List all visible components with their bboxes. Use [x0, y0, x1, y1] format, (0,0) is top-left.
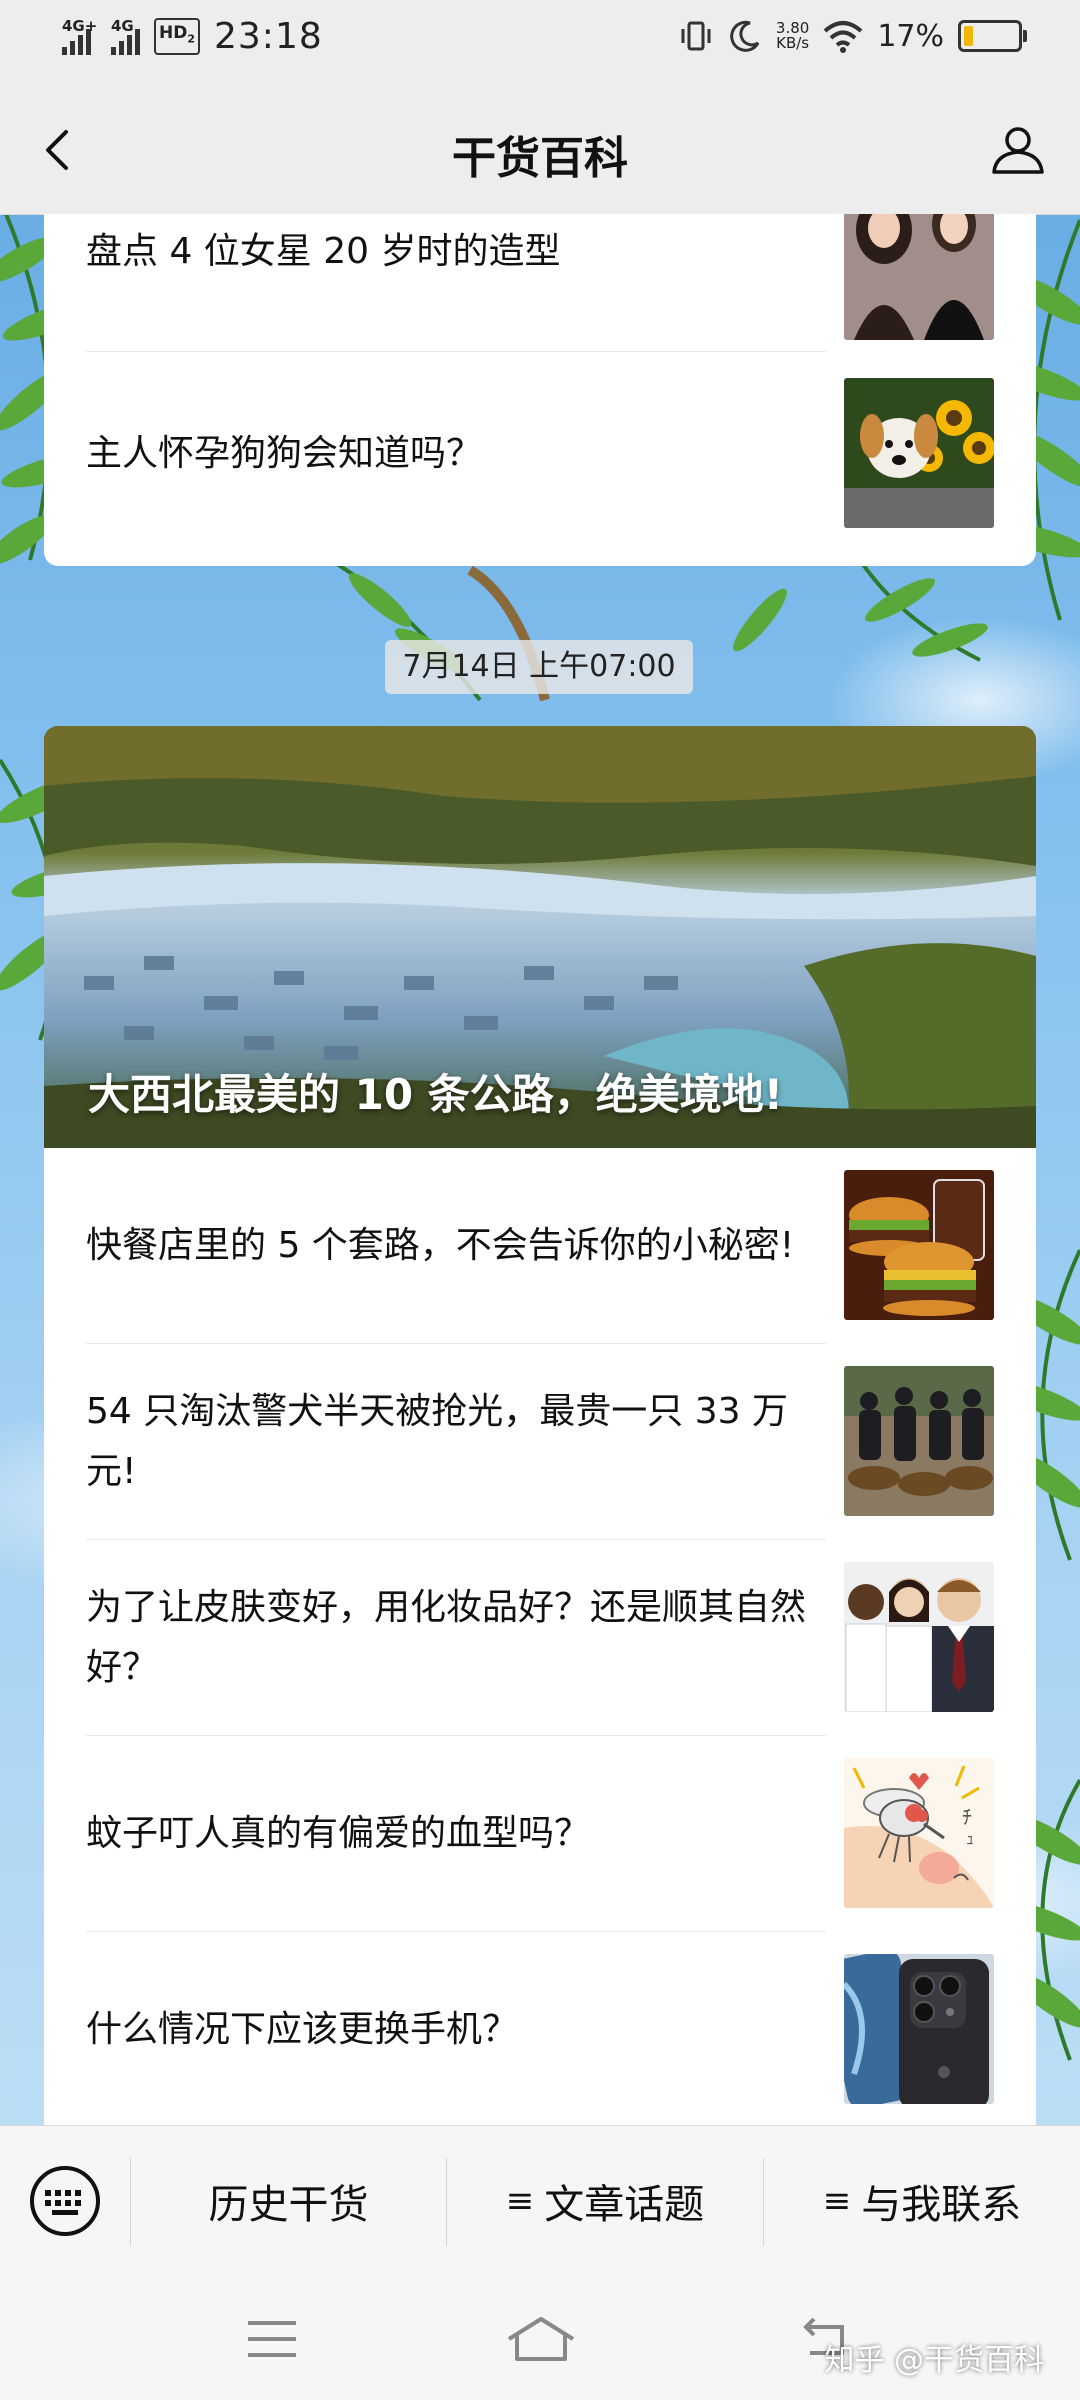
article-title: 为了让皮肤变好，用化妆品好？还是顺其自然好？: [86, 1587, 807, 1688]
article-item[interactable]: 蚊子叮人真的有偏爱的血型吗？ ﾁ ｭ: [86, 1736, 994, 1932]
featured-article[interactable]: 大西北最美的 10 条公路，绝美境地!: [44, 726, 1036, 1148]
article-card: 盘点 4 位女星 20 岁时的造型 主人怀孕狗狗会知道吗？: [44, 214, 1036, 566]
vibrate-icon: [681, 21, 711, 51]
article-title: 盘点 4 位女星 20 岁时的造型: [86, 231, 561, 272]
navigation-bar: 干货百科: [0, 82, 1080, 215]
menu-history-label: 历史干货: [208, 2182, 369, 2228]
hd-label: HD: [159, 23, 188, 44]
recent-apps-icon[interactable]: [242, 2313, 302, 2365]
hd-sub-label: 2: [187, 32, 195, 46]
battery-icon: [958, 20, 1027, 52]
page-title: 干货百科: [452, 133, 628, 184]
svg-text:ｭ: ｭ: [966, 1829, 974, 1848]
watermark: 知乎 @干货百科: [824, 2335, 1044, 2379]
article-item[interactable]: 什么情况下应该更换手机？: [86, 1932, 994, 2126]
article-thumbnail: [844, 214, 994, 340]
article-thumbnail: [844, 378, 994, 528]
hd-voice-icon: HD2: [154, 18, 200, 55]
network-speed-unit: KB/s: [776, 34, 810, 52]
svg-text:ﾁ: ﾁ: [962, 1805, 972, 1829]
article-item[interactable]: 为了让皮肤变好，用化妆品好？还是顺其自然好？: [86, 1540, 994, 1736]
menu-contact-button[interactable]: ≡ 与我联系: [764, 2126, 1080, 2276]
article-item[interactable]: 主人怀孕狗狗会知道吗？: [86, 356, 994, 552]
article-title: 54 只淘汰警犬半天被抢光，最贵一只 33 万元!: [86, 1391, 788, 1492]
mosquito-cartoon: ﾁ ｭ: [844, 1758, 994, 1908]
menu-topics-label: 文章话题: [544, 2182, 705, 2228]
article-thumbnail: [844, 1562, 994, 1712]
smiling-people-photo: [844, 1562, 994, 1712]
signal-icon: 4G+: [62, 18, 97, 55]
article-thumbnail: [844, 1954, 994, 2104]
menu-topics-button[interactable]: ≡ 文章话题: [447, 2126, 763, 2276]
system-navigation-bar: 知乎 @干货百科: [0, 2275, 1080, 2400]
menu-history-button[interactable]: 历史干货: [131, 2126, 446, 2276]
article-thumbnail: [844, 1366, 994, 1516]
do-not-disturb-moon-icon: [730, 20, 760, 52]
menu-list-icon: ≡: [505, 2181, 535, 2221]
two-women-photo: [844, 214, 994, 340]
article-thumbnail: [844, 1170, 994, 1320]
article-card: 大西北最美的 10 条公路，绝美境地! 快餐店里的 5 个套路，不会告诉你的小秘…: [44, 726, 1036, 2126]
article-title: 主人怀孕狗狗会知道吗？: [86, 433, 483, 474]
smartphone-photo: [844, 1954, 994, 2104]
puppy-sunflower-photo: [844, 378, 994, 528]
police-dogs-photo: [844, 1366, 994, 1516]
network-speed: 3.80 KB/s: [776, 21, 809, 51]
timestamp-badge: 7月14日 上午07:00: [385, 640, 693, 694]
clock: 23:18: [214, 16, 323, 57]
signal-icon: 4G: [111, 16, 140, 55]
battery-level-fill: [964, 26, 973, 46]
article-item[interactable]: 快餐店里的 5 个套路，不会告诉你的小秘密!: [86, 1148, 994, 1344]
article-title: 蚊子叮人真的有偏爱的血型吗？: [86, 1813, 591, 1854]
bottom-menu-bar: 历史干货 ≡ 文章话题 ≡ 与我联系: [0, 2125, 1080, 2276]
article-title: 快餐店里的 5 个套路，不会告诉你的小秘密!: [86, 1225, 795, 1266]
featured-title: 大西北最美的 10 条公路，绝美境地!: [88, 1070, 783, 1119]
article-title: 什么情况下应该更换手机？: [86, 2009, 519, 2050]
network-type-1: 4G+: [62, 16, 98, 35]
burger-photo: [844, 1170, 994, 1320]
article-thumbnail: ﾁ ｭ: [844, 1758, 994, 1908]
home-icon[interactable]: [505, 2313, 577, 2365]
menu-contact-label: 与我联系: [861, 2182, 1022, 2228]
article-item[interactable]: 54 只淘汰警犬半天被抢光，最贵一只 33 万元!: [86, 1344, 994, 1540]
network-type-2: 4G: [111, 16, 134, 35]
menu-list-icon: ≡: [822, 2181, 852, 2221]
watermark-text: 知乎 @干货百科: [824, 2343, 1044, 2378]
wifi-icon: [823, 21, 863, 53]
keyboard-icon[interactable]: [28, 2164, 102, 2238]
divider: [86, 351, 826, 352]
battery-percent: 17%: [877, 18, 944, 54]
user-icon[interactable]: [986, 118, 1050, 182]
status-bar: 4G+ 4G HD2 23:18 3.80 KB/s 17%: [0, 0, 1080, 82]
